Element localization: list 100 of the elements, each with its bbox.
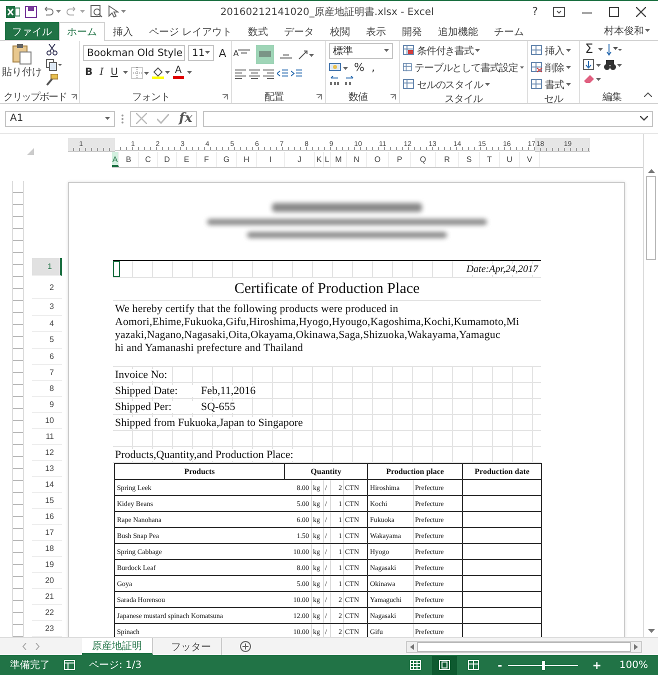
increase-decimal-icon[interactable]	[329, 76, 341, 87]
style-menu-button[interactable]: テーブルとして書式設定	[403, 60, 524, 75]
dialog-launcher-icon[interactable]	[71, 94, 77, 100]
scroll-down-icon[interactable]	[648, 629, 654, 634]
align-right-icon[interactable]	[263, 69, 274, 79]
dialog-launcher-icon[interactable]	[222, 94, 228, 100]
cell-menu-button[interactable]: 挿入	[531, 43, 576, 58]
column-header[interactable]: R	[436, 152, 459, 167]
ribbon-tab[interactable]: 表示	[358, 22, 394, 40]
scroll-thumb[interactable]	[646, 176, 656, 260]
copy-icon[interactable]	[46, 59, 62, 71]
font-color-button[interactable]: A	[172, 66, 184, 79]
row-header[interactable]: 9	[32, 397, 62, 413]
ribbon-tab[interactable]: 挿入	[105, 22, 141, 40]
check-icon[interactable]	[157, 114, 169, 124]
underline-button[interactable]: U	[108, 67, 120, 78]
column-header[interactable]: A	[112, 152, 119, 167]
row-header[interactable]: 13	[32, 461, 62, 477]
column-header[interactable]: B	[119, 152, 139, 167]
ribbon-tab[interactable]: ページ レイアウト	[141, 22, 240, 40]
row-header[interactable]: 3	[32, 299, 62, 316]
zoom-out-button[interactable]: -	[498, 658, 502, 672]
column-header[interactable]: N	[347, 152, 367, 167]
binoculars-icon[interactable]	[604, 59, 622, 71]
row-header[interactable]: 15	[32, 493, 62, 509]
row-header[interactable]: 12	[32, 445, 62, 461]
dialog-launcher-icon[interactable]	[390, 94, 396, 100]
column-header[interactable]: P	[389, 152, 411, 167]
formula-input[interactable]	[203, 110, 653, 126]
number-format-dropdown[interactable]: 標準	[329, 43, 393, 59]
caret-icon[interactable]	[186, 70, 192, 74]
caret-icon[interactable]	[121, 10, 126, 14]
row-header[interactable]: 4	[32, 316, 62, 332]
row-header[interactable]: 17	[32, 525, 62, 541]
column-header[interactable]: U	[500, 152, 520, 167]
sheet-tab[interactable]: 原産地証明	[82, 638, 153, 655]
format-painter-icon[interactable]	[46, 74, 58, 86]
column-header[interactable]: G	[217, 152, 237, 167]
column-header[interactable]: E	[177, 152, 197, 167]
horizontal-scrollbar[interactable]	[406, 640, 642, 652]
align-left-icon[interactable]	[235, 69, 246, 79]
ribbon-tab[interactable]: 追加機能	[430, 22, 486, 40]
autosum-button[interactable]: Σ	[583, 43, 596, 57]
column-header[interactable]: T	[480, 152, 500, 167]
column-header[interactable]: K	[315, 152, 324, 167]
row-header[interactable]: 5	[32, 332, 62, 348]
view-button[interactable]	[432, 656, 457, 674]
font-name-dropdown[interactable]: Bookman Old Style	[83, 45, 185, 61]
caret-icon[interactable]	[122, 70, 128, 74]
help-button[interactable]: ?	[528, 5, 542, 18]
scroll-right-icon[interactable]	[634, 644, 638, 650]
ribbon-tab[interactable]: 数式	[240, 22, 276, 40]
comma-button[interactable]: ,	[369, 61, 377, 74]
grow-font-button[interactable]: A	[216, 46, 228, 60]
sort-filter-icon[interactable]	[606, 44, 622, 56]
bold-button[interactable]: B	[83, 67, 95, 78]
row-header[interactable]: 18	[32, 541, 62, 557]
column-header[interactable]: O	[367, 152, 389, 167]
row-header[interactable]: 19	[32, 557, 62, 573]
align-center-icon[interactable]	[249, 69, 260, 79]
row-header[interactable]: 6	[32, 348, 62, 365]
row-header[interactable]: 20	[32, 573, 62, 589]
increase-indent-icon[interactable]	[291, 69, 302, 79]
column-header[interactable]: M	[331, 152, 347, 167]
column-header[interactable]: H	[237, 152, 257, 167]
cut-icon[interactable]	[46, 44, 58, 56]
column-header[interactable]: J	[285, 152, 315, 167]
save-icon[interactable]	[25, 6, 37, 18]
drag-handle-icon[interactable]	[121, 114, 124, 124]
decrease-decimal-icon[interactable]	[344, 76, 356, 87]
macro-record-icon[interactable]	[64, 660, 75, 670]
row-header[interactable]: 10	[32, 413, 62, 429]
caret-icon[interactable]	[645, 29, 650, 33]
style-menu-button[interactable]: セルのスタイル	[403, 77, 524, 92]
collapse-ribbon-icon[interactable]	[644, 92, 652, 97]
vertical-align-button[interactable]	[256, 45, 274, 64]
column-header[interactable]: C	[139, 152, 158, 167]
pointer-icon[interactable]	[108, 5, 119, 18]
caret-icon[interactable]	[56, 10, 61, 14]
insert-function-button[interactable]: fx	[179, 112, 192, 126]
cell-menu-button[interactable]: 書式	[531, 77, 576, 92]
ribbon-tab[interactable]: チーム	[486, 22, 532, 40]
decrease-indent-icon[interactable]	[277, 69, 288, 79]
column-header[interactable]: F	[197, 152, 217, 167]
ribbon-tab[interactable]: 校閲	[322, 22, 358, 40]
ribbon-tab[interactable]: データ	[276, 22, 322, 40]
style-menu-button[interactable]: 条件付き書式	[403, 43, 524, 58]
column-header[interactable]: S	[459, 152, 480, 167]
vertical-scrollbar[interactable]	[643, 134, 658, 637]
column-header[interactable]: D	[158, 152, 177, 167]
user-name[interactable]: 村本俊和	[604, 24, 644, 38]
column-header[interactable]: I	[257, 152, 285, 167]
name-box[interactable]: A1	[5, 110, 115, 126]
ribbon-tab[interactable]: 開発	[394, 22, 430, 40]
percent-button[interactable]: %	[352, 61, 366, 74]
zoom-in-button[interactable]: +	[592, 658, 602, 672]
ribbon-tab[interactable]: ファイル	[5, 22, 59, 40]
ribbon-tab[interactable]: ホーム	[59, 22, 105, 41]
cell-menu-button[interactable]: 削除	[531, 60, 576, 75]
expand-icon[interactable]	[640, 116, 648, 121]
